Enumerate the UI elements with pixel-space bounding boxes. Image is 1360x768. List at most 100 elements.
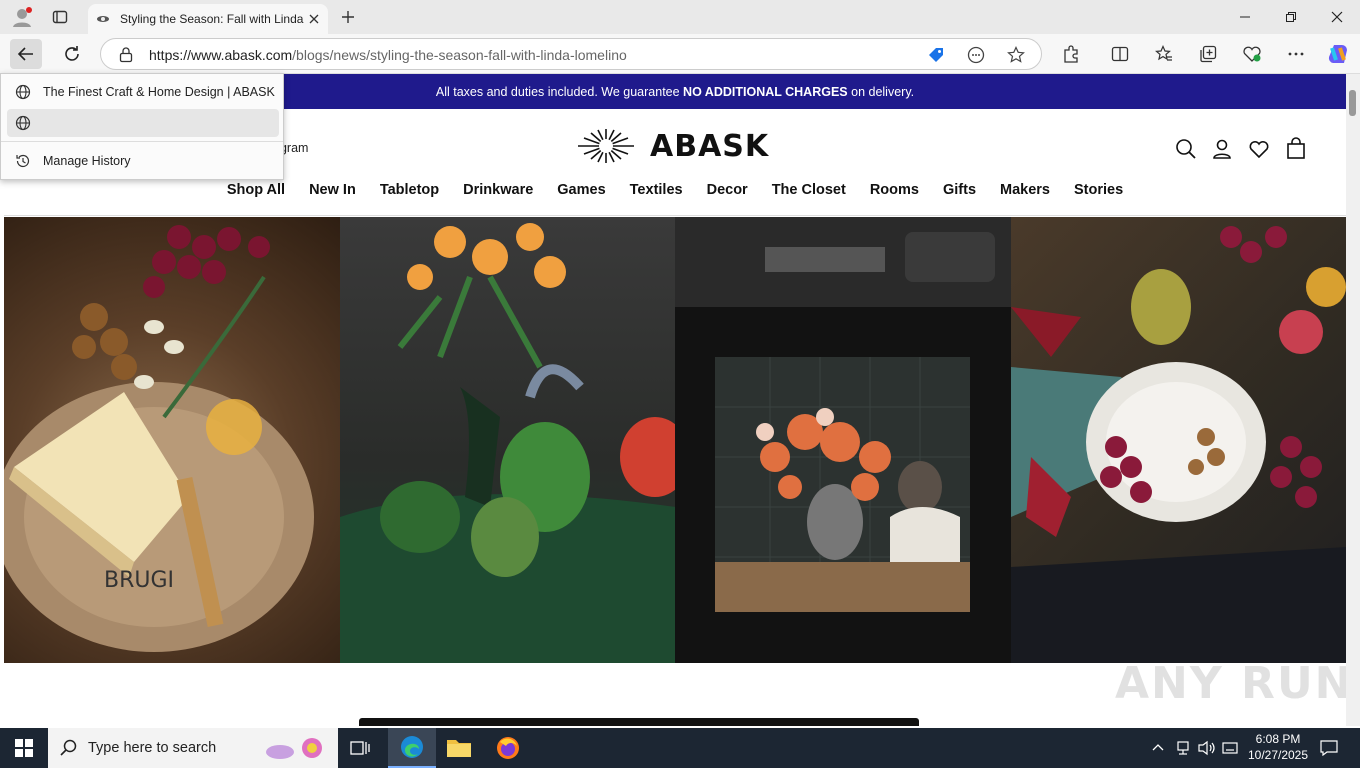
- browser-toolbar: https://www.abask.com/blogs/news/styling…: [0, 34, 1360, 74]
- nav-new-in[interactable]: New In: [309, 182, 356, 198]
- taskbar-edge-button[interactable]: [388, 728, 436, 768]
- search-icon[interactable]: [1174, 137, 1198, 161]
- puzzle-icon: [1064, 45, 1078, 63]
- history-item-label: The Finest Craft & Home Design | ABASK: [43, 85, 275, 99]
- close-window-button[interactable]: [1314, 0, 1360, 34]
- anyrun-watermark: ANY RUN: [1115, 658, 1354, 709]
- article-title-partial: [359, 718, 919, 726]
- nav-drinkware[interactable]: Drinkware: [463, 182, 533, 198]
- taskbar-search[interactable]: Type here to search: [48, 728, 338, 768]
- back-button[interactable]: [10, 39, 42, 69]
- windows-logo-icon: [15, 739, 33, 757]
- history-clock-icon: [16, 154, 30, 168]
- copilot-icon: [1328, 45, 1347, 63]
- taskbar-file-explorer-button[interactable]: [446, 736, 474, 760]
- history-item[interactable]: The Finest Craft & Home Design | ABASK: [7, 78, 279, 106]
- close-tab-icon[interactable]: [308, 13, 320, 25]
- refresh-icon: [65, 46, 79, 61]
- tray-chevron-up-icon[interactable]: [1152, 742, 1164, 752]
- cheese-board-illustration: BRUGI: [4, 225, 314, 652]
- url-text: https://www.abask.com/blogs/news/styling…: [149, 47, 627, 63]
- logo-wordmark: ABASK: [650, 128, 770, 164]
- network-icon[interactable]: [1176, 740, 1190, 756]
- clock[interactable]: 6:08 PM 10/27/2025: [1246, 732, 1310, 762]
- extensions-button[interactable]: [1055, 39, 1087, 69]
- teapot-illustration: [339, 223, 675, 663]
- collections-button[interactable]: [1192, 39, 1224, 69]
- restore-icon: [1286, 12, 1296, 22]
- manage-history-item[interactable]: Manage History: [7, 147, 279, 175]
- refresh-button[interactable]: [56, 39, 88, 69]
- nav-stories[interactable]: Stories: [1074, 182, 1123, 198]
- tab-title: Styling the Season: Fall with Linda: [120, 12, 304, 26]
- notifications-icon[interactable]: [1320, 740, 1338, 756]
- cart-bag-icon[interactable]: [1284, 137, 1308, 161]
- nav-gifts[interactable]: Gifts: [943, 182, 976, 198]
- input-indicator-icon[interactable]: [1222, 740, 1238, 756]
- fig-plate-and-grapes-photo: [1010, 217, 1346, 663]
- split-screen-icon: [1111, 46, 1129, 62]
- split-screen-button[interactable]: [1104, 39, 1136, 69]
- url-path: /blogs/news/styling-the-season-fall-with…: [292, 47, 627, 63]
- globe-icon: [15, 84, 31, 100]
- folder-icon: [447, 740, 471, 757]
- shopping-tag-icon[interactable]: [927, 46, 945, 64]
- firefox-icon: [497, 737, 519, 759]
- favorite-star-icon[interactable]: [1007, 46, 1025, 64]
- taskbar-firefox-button[interactable]: [496, 736, 522, 760]
- main-nav: Shop All New In Tabletop Drinkware Games…: [4, 182, 1346, 198]
- browser-essentials-button[interactable]: [1236, 39, 1268, 69]
- favorites-button[interactable]: [1148, 39, 1180, 69]
- banner-text-prefix: All taxes and duties included. We guaran…: [435, 84, 684, 99]
- close-icon: [1331, 11, 1343, 23]
- hero-gallery: BRUGI: [4, 217, 1346, 663]
- tab-actions-icon: [52, 10, 68, 24]
- minimize-button[interactable]: [1222, 0, 1268, 34]
- start-button[interactable]: [0, 728, 48, 768]
- nav-tabletop[interactable]: Tabletop: [380, 182, 439, 198]
- more-dots-icon: [1288, 52, 1304, 56]
- settings-more-button[interactable]: [1280, 39, 1312, 69]
- page-scrollbar[interactable]: [1346, 74, 1360, 726]
- site-info-lock-icon[interactable]: [119, 47, 133, 63]
- collections-icon: [1200, 45, 1217, 63]
- abask-logo[interactable]: ABASK: [576, 128, 769, 164]
- restore-button[interactable]: [1268, 0, 1314, 34]
- nav-games[interactable]: Games: [557, 182, 605, 198]
- tab-active[interactable]: Styling the Season: Fall with Linda: [88, 4, 328, 34]
- plus-icon: [342, 11, 354, 23]
- copilot-button[interactable]: [1322, 39, 1354, 69]
- nav-makers[interactable]: Makers: [1000, 182, 1050, 198]
- scrollbar-thumb[interactable]: [1349, 90, 1356, 116]
- read-aloud-icon[interactable]: [967, 46, 985, 64]
- task-view-button[interactable]: [346, 736, 374, 760]
- banner-text-bold: NO ADDITIONAL CHARGES: [683, 84, 848, 99]
- nav-the-closet[interactable]: The Closet: [772, 182, 846, 198]
- task-view-icon: [350, 741, 370, 755]
- flower-vase-still-life-photo: [675, 217, 1011, 663]
- search-highlight-icon: [266, 738, 322, 759]
- tab-strip: Styling the Season: Fall with Linda: [0, 0, 1360, 34]
- flowers-and-green-teapot-photo: [339, 217, 675, 663]
- nav-rooms[interactable]: Rooms: [870, 182, 919, 198]
- profile-button[interactable]: [8, 4, 36, 30]
- new-tab-button[interactable]: [334, 4, 362, 30]
- tab-actions-button[interactable]: [46, 4, 74, 30]
- site-favicon-icon: [97, 16, 109, 22]
- svg-text:BRUGI: BRUGI: [104, 568, 174, 593]
- back-history-menu: The Finest Craft & Home Design | ABASK M…: [0, 73, 284, 180]
- history-item[interactable]: [7, 109, 279, 137]
- minimize-icon: [1240, 16, 1250, 18]
- nav-textiles[interactable]: Textiles: [630, 182, 683, 198]
- volume-icon[interactable]: [1198, 740, 1216, 756]
- wishlist-heart-icon[interactable]: [1247, 137, 1271, 161]
- favorites-star-list-icon: [1155, 45, 1172, 61]
- address-bar[interactable]: https://www.abask.com/blogs/news/styling…: [100, 38, 1042, 70]
- search-icon: [60, 739, 77, 756]
- vase-still-life-illustration: [675, 217, 1011, 612]
- nav-shop-all[interactable]: Shop All: [227, 182, 285, 198]
- heart-pulse-icon: [1243, 46, 1261, 62]
- account-icon[interactable]: [1210, 137, 1234, 161]
- sun-logo-icon: [578, 129, 634, 163]
- nav-decor[interactable]: Decor: [707, 182, 748, 198]
